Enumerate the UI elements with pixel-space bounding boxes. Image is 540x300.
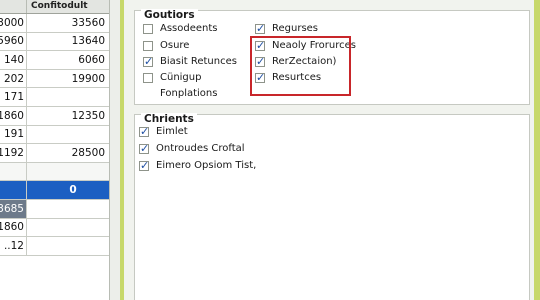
cell-a[interactable]: 1192 bbox=[0, 144, 27, 162]
option-checkbox[interactable]: Biasit Retunces bbox=[143, 55, 237, 68]
cell-b[interactable]: 28500 bbox=[27, 144, 109, 162]
checkbox[interactable] bbox=[139, 142, 149, 155]
client-label: Eimlet bbox=[156, 126, 188, 137]
cell-b[interactable] bbox=[27, 88, 109, 106]
cell-b[interactable] bbox=[27, 237, 109, 255]
option-checkbox[interactable]: Cünigup bbox=[143, 72, 201, 83]
option-label: Regurses bbox=[272, 23, 319, 34]
cell-b[interactable]: 6060 bbox=[27, 51, 109, 69]
cell-b[interactable] bbox=[27, 126, 109, 144]
cell-b[interactable] bbox=[27, 219, 109, 237]
spreadsheet-panel: Confitodult 300033560 596013640 1406060 … bbox=[0, 0, 110, 300]
table-row[interactable]: 171 bbox=[0, 88, 109, 107]
cell-a[interactable]: ..12 bbox=[0, 237, 27, 255]
cell-a[interactable]: 3685 bbox=[0, 199, 27, 218]
client-label: Ontroudes Croftal bbox=[156, 143, 245, 154]
cell-a[interactable]: 5960 bbox=[0, 32, 27, 51]
checkbox[interactable] bbox=[143, 23, 153, 34]
cell-b[interactable] bbox=[27, 200, 109, 218]
table-row[interactable]: 3685 bbox=[0, 199, 109, 219]
table-row[interactable]: 300033560 bbox=[0, 14, 109, 33]
cell-a[interactable]: 1860 bbox=[0, 218, 27, 237]
cell-a[interactable]: 140 bbox=[0, 51, 27, 69]
clients-group: Chrients Eimlet Ontroudes Croftal Eimero… bbox=[134, 113, 530, 300]
options-group-title: Goutiors bbox=[141, 9, 198, 21]
checkbox[interactable] bbox=[139, 125, 149, 138]
client-checkbox[interactable]: Ontroudes Croftal bbox=[139, 142, 245, 155]
table-row[interactable]: 191 bbox=[0, 125, 109, 145]
options-window: Goutiors Assodeents Osure Biasit Retunce… bbox=[120, 0, 540, 300]
client-checkbox[interactable]: Eimero Opsiom Tist, bbox=[139, 159, 257, 172]
table-row[interactable]: 1860 bbox=[0, 218, 109, 238]
selected-row[interactable]: 0 bbox=[0, 181, 109, 200]
table-row[interactable]: 140 6060 bbox=[0, 51, 109, 70]
option-label: Assodeents bbox=[160, 23, 218, 34]
table-row[interactable] bbox=[0, 162, 109, 182]
table-row[interactable]: 186012350 bbox=[0, 106, 109, 126]
cell-a[interactable]: 202 bbox=[0, 69, 27, 88]
cell-b[interactable]: 13640 bbox=[27, 33, 109, 51]
checkbox[interactable] bbox=[143, 72, 153, 83]
checkbox[interactable] bbox=[255, 22, 265, 35]
option-checkbox[interactable]: Regurses bbox=[255, 22, 319, 35]
highlight-box bbox=[250, 36, 351, 96]
checkbox[interactable] bbox=[143, 40, 153, 51]
row-header-corner[interactable] bbox=[0, 0, 27, 13]
cell-b[interactable]: 12350 bbox=[27, 107, 109, 125]
client-checkbox[interactable]: Eimlet bbox=[139, 125, 188, 138]
option-label: Osure bbox=[160, 40, 190, 51]
column-header-label[interactable]: Confitodult bbox=[27, 0, 109, 13]
option-label: Fonplations bbox=[160, 88, 218, 99]
option-label: Biasit Retunces bbox=[160, 56, 237, 67]
table-row[interactable]: 119228500 bbox=[0, 144, 109, 163]
client-label: Eimero Opsiom Tist, bbox=[156, 160, 257, 171]
cell-a[interactable]: 171 bbox=[0, 88, 27, 106]
cell-a[interactable]: 191 bbox=[0, 125, 27, 144]
options-group: Goutiors Assodeents Osure Biasit Retunce… bbox=[134, 9, 530, 105]
table-row[interactable]: 202 19900 bbox=[0, 69, 109, 89]
cell-b[interactable] bbox=[27, 162, 109, 181]
cell-a[interactable] bbox=[0, 162, 27, 181]
option-checkbox[interactable]: Assodeents bbox=[143, 23, 218, 34]
cell-a[interactable]: 1860 bbox=[0, 106, 27, 125]
table-row[interactable]: 596013640 bbox=[0, 32, 109, 52]
cell-a[interactable] bbox=[0, 181, 27, 199]
option-checkbox[interactable]: Osure bbox=[143, 40, 189, 51]
option-checkbox[interactable]: Fonplations bbox=[143, 88, 217, 99]
selected-cell[interactable]: 0 bbox=[27, 181, 109, 199]
cell-a[interactable]: 3000 bbox=[0, 14, 27, 32]
clients-group-title: Chrients bbox=[141, 113, 197, 125]
checkbox[interactable] bbox=[139, 159, 149, 172]
checkbox[interactable] bbox=[143, 55, 153, 68]
cell-b[interactable]: 19900 bbox=[27, 70, 109, 88]
table-row[interactable]: ..12 bbox=[0, 237, 109, 256]
option-label: Cünigup bbox=[160, 72, 202, 83]
cell-b[interactable]: 33560 bbox=[27, 14, 109, 32]
column-header[interactable]: Confitodult bbox=[0, 0, 109, 14]
